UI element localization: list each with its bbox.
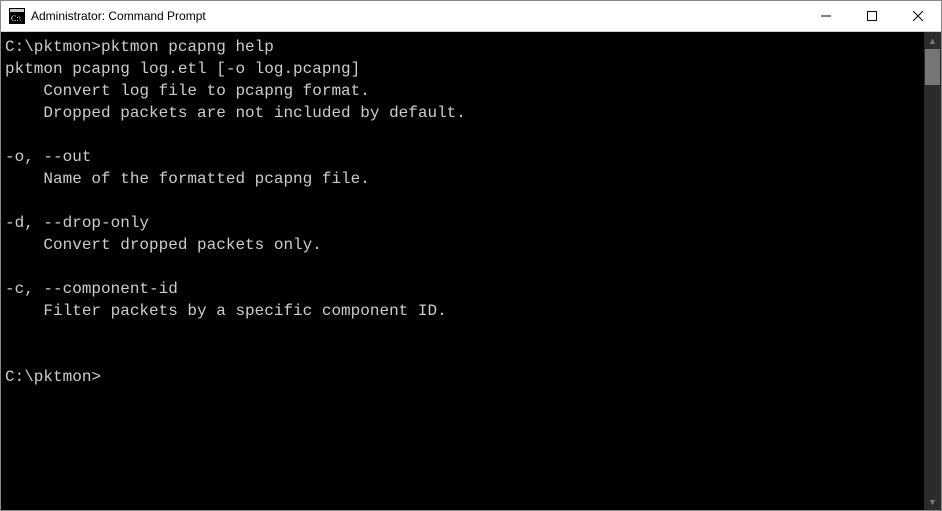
- scroll-down-arrow-icon[interactable]: ▼: [924, 493, 941, 510]
- vertical-scrollbar[interactable]: ▲ ▼: [924, 32, 941, 510]
- minimize-button[interactable]: [803, 1, 849, 32]
- scroll-up-arrow-icon[interactable]: ▲: [924, 32, 941, 49]
- terminal-output[interactable]: C:\pktmon>pktmon pcapng help pktmon pcap…: [1, 32, 924, 510]
- maximize-button[interactable]: [849, 1, 895, 32]
- titlebar[interactable]: C:\ Administrator: Command Prompt: [1, 1, 941, 32]
- terminal-area: C:\pktmon>pktmon pcapng help pktmon pcap…: [1, 32, 941, 510]
- svg-text:C:\: C:\: [11, 14, 22, 23]
- scrollbar-thumb[interactable]: [925, 49, 940, 85]
- cmd-icon: C:\: [9, 8, 25, 24]
- window-title: Administrator: Command Prompt: [31, 9, 206, 23]
- close-button[interactable]: [895, 1, 941, 32]
